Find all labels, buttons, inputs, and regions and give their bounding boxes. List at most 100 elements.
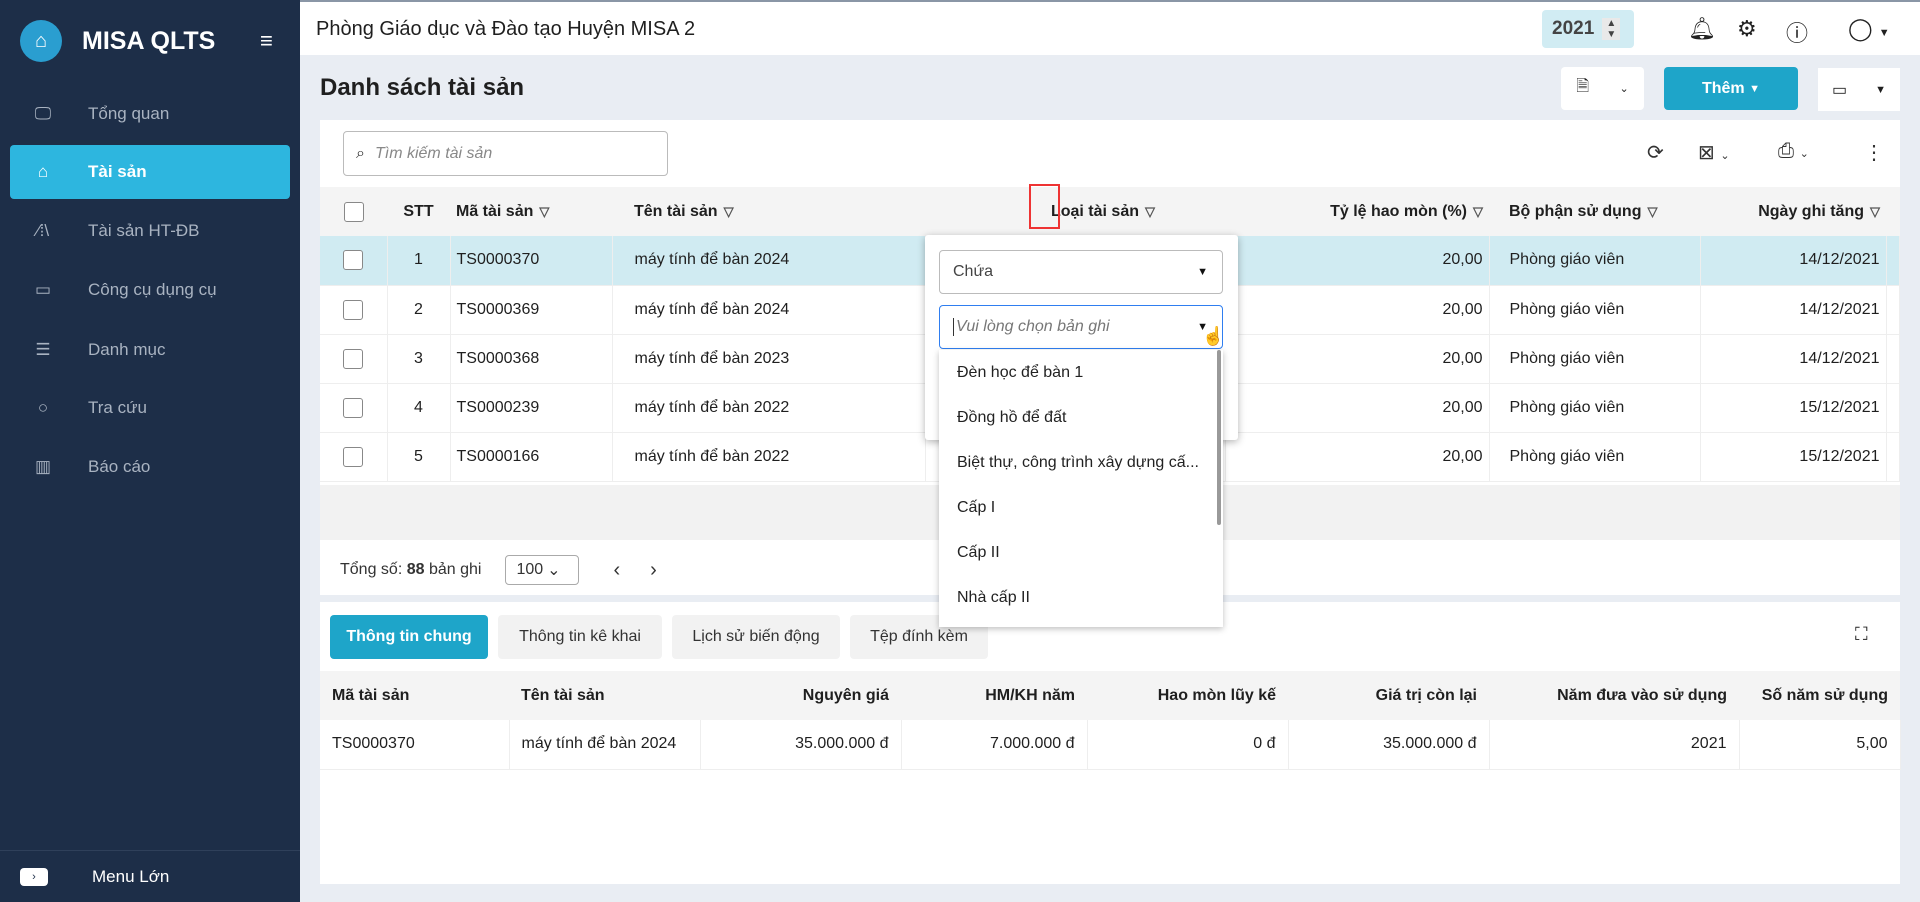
help-icon[interactable]: ⓘ [1786,16,1808,48]
sidebar-item-label: Tài sản [88,162,147,181]
filter-value-select[interactable]: Vui lòng chọn bản ghi ▼ [939,305,1223,349]
sidebar-item-tai-san[interactable]: ⌂ Tài sản [10,145,290,199]
menu-toggle-label: Menu Lớn [92,866,170,886]
filter-icon[interactable]: ▽ [1870,204,1880,219]
col-name[interactable]: Tên tài sản ▽ [612,187,925,236]
filter-options-list: Đèn học để bàn 1 Đồng hồ để đất Biệt thự, … [939,350,1223,627]
filter-icon[interactable]: ▽ [1647,204,1657,219]
cell-rate: 20,00 [1225,383,1490,433]
filter-option[interactable]: Đèn học để bàn 1 [939,350,1223,395]
user-avatar-icon[interactable]: ◯ ▼ [1848,16,1890,42]
detail-cell: máy tính để bàn 2024 [509,720,701,770]
cell-date: 14/12/2021 [1700,285,1887,335]
chevron-down-icon: ⌄ [1619,83,1629,95]
import-file-button[interactable]: 🗎 ⌄ [1561,67,1644,110]
value-placeholder: Vui lòng chọn bản ghi [953,318,1110,336]
prev-page-icon[interactable]: ‹ [613,559,620,582]
fullscreen-icon[interactable]: ⛶ [1855,624,1868,645]
gear-icon[interactable]: ⚙ [1737,16,1757,42]
col-code[interactable]: Mã tài sản ▽ [450,187,612,236]
more-options-icon[interactable]: ⋮ [1864,140,1884,165]
scrollbar[interactable] [1217,350,1221,525]
sidebar-item-tra-cuu[interactable]: ○ Tra cứu [10,381,290,435]
col-depreciation-rate[interactable]: Tỷ lệ hao mòn (%) ▽ [1225,187,1489,236]
cell-stt: 4 [387,383,451,433]
filter-icon[interactable]: ▽ [539,204,549,219]
next-page-icon[interactable]: › [650,559,657,582]
sidebar-item-danh-muc[interactable]: ☰ Danh mục [10,323,290,377]
bar-chart-icon: ▥ [34,457,52,476]
cell-rate: 20,00 [1225,334,1490,384]
total-suffix: bản ghi [428,561,482,578]
layout-toggle-button[interactable]: ▭ ▼ [1818,68,1900,111]
stepper-arrows-icon[interactable]: ▲ ▼ [1602,18,1621,40]
tab-declaration[interactable]: Thông tin kê khai [498,615,662,659]
year-value: 2021 [1552,18,1595,39]
filter-option[interactable]: Cấp I [939,485,1223,530]
sidebar-item-label: Tra cứu [88,398,147,417]
filter-option[interactable]: Biệt thự, công trình xây dựng cấ... [939,440,1223,485]
cell-code: TS0000368 [450,334,613,384]
refresh-icon[interactable]: ⟳ [1647,140,1664,165]
sidebar-item-cong-cu[interactable]: ▭ Công cụ dụng cụ [10,263,290,317]
col-date[interactable]: Ngày ghi tăng ▽ [1700,187,1886,236]
year-stepper[interactable]: 2021 ▲ ▼ [1542,10,1634,48]
filter-icon[interactable]: ▽ [1473,204,1483,219]
print-icon[interactable]: ⎙ ⌄ [1778,140,1809,163]
detail-cell: 2021 [1489,720,1740,770]
table-header-row: STT Mã tài sản ▽ Tên tài sản ▽ Loại tài sả… [320,187,1900,236]
filter-operator-select[interactable]: Chứa ▼ [939,250,1223,294]
detail-cell: 35.000.000 đ [1288,720,1490,770]
list-icon: ☰ [35,340,51,359]
detail-col-header: Giá trị còn lại [1288,671,1489,720]
highlighted-filter-marker [1029,184,1060,229]
sidebar-item-tong-quan[interactable]: 🖵 Tổng quan [10,87,290,141]
filter-option[interactable]: Cấp II [939,530,1223,575]
select-all-checkbox[interactable] [343,201,364,222]
row-checkbox[interactable] [343,299,364,320]
sidebar-item-label: Công cụ dụng cụ [88,280,217,299]
detail-row[interactable]: TS0000370 máy tính để bàn 2024 35.000.000 … [320,720,1901,770]
col-type[interactable]: Loại tài sản ▽ [925,187,1225,236]
cell-name: máy tính để bàn 2023 [612,334,926,384]
bell-icon[interactable]: 🔔︎ [1688,16,1716,42]
organization-name: Phòng Giáo dục và Đào tạo Huyện MISA 2 [316,18,696,40]
row-checkbox[interactable] [343,446,364,467]
search-icon: ⌕ [356,144,365,162]
road-icon: ⁄⁞\ [36,221,50,240]
filter-option[interactable]: Đồng hồ để đất [939,395,1223,440]
excel-export-icon[interactable]: ⊠ ⌄ [1698,140,1730,165]
col-department[interactable]: Bộ phận sử dụng ▽ [1489,187,1700,236]
search-input[interactable]: ⌕ Tìm kiếm tài sản [343,131,668,176]
filter-icon[interactable]: ▽ [724,204,734,219]
house-car-icon: ⌂ [37,162,49,181]
sidebar-item-bao-cao[interactable]: ▥ Báo cáo [10,440,290,494]
filter-option[interactable]: Nhà cấp II [939,575,1223,620]
menu-size-toggle[interactable]: › Menu Lớn [0,850,300,902]
cell-code: TS0000370 [450,236,613,286]
tab-history[interactable]: Lịch sử biến động [672,615,840,659]
hand-cursor-icon: ☝ [1202,326,1225,346]
chevron-down-icon: ▼ [1749,82,1760,95]
sidebar-item-tai-san-ht-db[interactable]: ⁄⁞\ Tài sản HT-ĐB [10,204,290,258]
hamburger-menu-icon[interactable]: ≡ [260,28,273,54]
detail-cell: 35.000.000 đ [700,720,902,770]
cell-stt: 3 [387,334,451,384]
cell-code: TS0000239 [450,383,613,433]
cell-name: máy tính để bàn 2022 [612,432,926,482]
page-size-select[interactable]: 100 ⌄ [505,555,580,585]
row-checkbox[interactable] [343,348,364,369]
total-count: 88 [406,561,425,578]
filter-icon[interactable]: ▽ [1145,204,1155,219]
add-button[interactable]: Thêm ▼ [1664,67,1798,110]
row-checkbox[interactable] [343,397,364,418]
cell-name: máy tính để bàn 2024 [612,285,926,335]
row-checkbox[interactable] [343,250,364,271]
total-label: Tổng số: [340,561,403,578]
cell-dept: Phòng giáo viên [1489,236,1701,286]
tab-general-info[interactable]: Thông tin chung [330,615,488,659]
cell-stt: 2 [387,285,451,335]
detail-cell: 0 đ [1087,720,1289,770]
search-placeholder: Tìm kiếm tài sản [374,144,493,162]
detail-col-header: Nguyên giá [700,671,901,720]
